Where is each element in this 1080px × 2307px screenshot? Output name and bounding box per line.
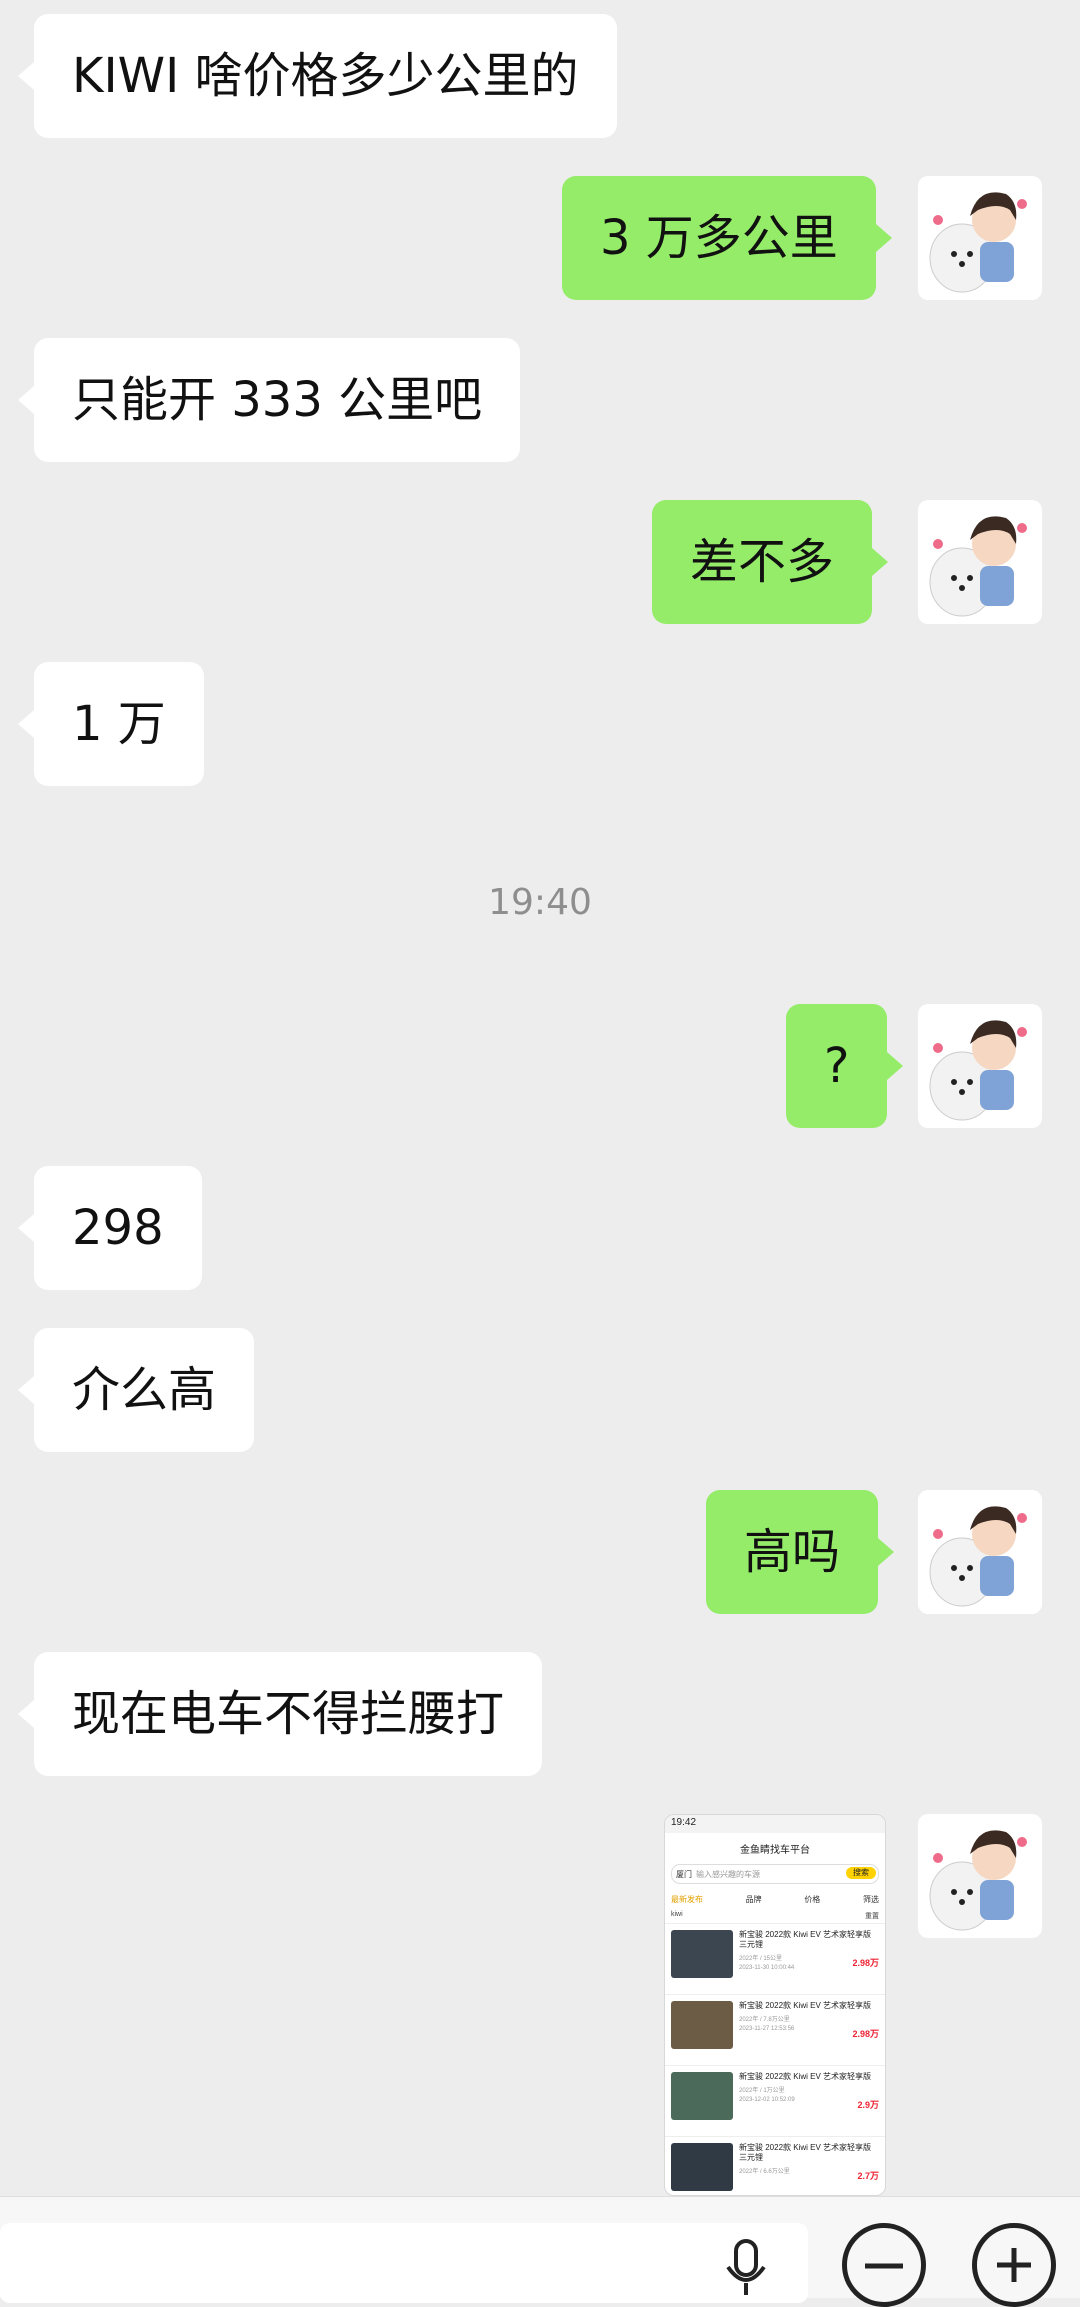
avatar[interactable] <box>918 500 1042 624</box>
message-bubble-sent[interactable]: 差不多 <box>652 500 889 624</box>
message-text: 1 万 <box>72 696 166 752</box>
message-input-bar <box>0 2196 1080 2307</box>
avatar[interactable] <box>918 1814 1042 1938</box>
preview-listing: 新宝骏 2022款 Kiwi EV 艺术家轻享版 2022年 / 7.8万公里 … <box>665 1994 885 2065</box>
preview-status-bar: 19:42 <box>665 1815 885 1833</box>
avatar[interactable] <box>918 1490 1042 1614</box>
chat-timestamp: 19:40 <box>488 882 592 923</box>
message-bubble-sent[interactable]: 高吗 <box>706 1490 895 1614</box>
preview-filters: 最新发布 品牌 价格 筛选 <box>671 1895 879 1904</box>
message-text: 现在电车不得拦腰打 <box>72 1686 505 1742</box>
user-avatar-icon <box>929 192 1027 293</box>
preview-tag-row: kiwi 重置 <box>671 1911 879 1920</box>
user-avatar-icon <box>929 516 1027 617</box>
avatar[interactable] <box>918 176 1042 300</box>
message-text: 3 万多公里 <box>600 210 838 266</box>
user-avatar-icon <box>929 1020 1027 1121</box>
message-text: 介么高 <box>72 1362 217 1418</box>
message-text: ? <box>824 1038 850 1094</box>
add-button[interactable] <box>972 2223 1056 2307</box>
user-avatar-icon <box>929 1506 1027 1607</box>
message-text: 298 <box>72 1200 164 1256</box>
message-bubble-received[interactable]: 现在电车不得拦腰打 <box>17 1652 543 1776</box>
message-bubble-received[interactable]: 1 万 <box>18 662 204 786</box>
emoji-button[interactable] <box>842 2223 926 2307</box>
avatar[interactable] <box>918 1004 1042 1128</box>
add-icon <box>997 2248 1031 2282</box>
preview-listing: 新宝骏 2022款 Kiwi EV 艺术家轻享版 三元锂 2022年 / 6.6… <box>665 2136 885 2195</box>
preview-search-bar: 厦门 输入感兴趣的车源 搜索 <box>671 1864 879 1884</box>
message-input[interactable] <box>0 2223 808 2303</box>
message-bubble-sent[interactable]: ? <box>786 1004 905 1128</box>
message-text: 差不多 <box>690 534 835 590</box>
message-text: KIWI 啥价格多少公里的 <box>72 48 579 104</box>
user-avatar-icon <box>929 1830 1027 1931</box>
message-bubble-received[interactable]: 298 <box>18 1166 202 1290</box>
message-text: 高吗 <box>744 1524 841 1580</box>
microphone-icon[interactable] <box>724 2237 768 2297</box>
image-message-thumbnail[interactable]: 19:42 金鱼睛找车平台 厦门 输入感兴趣的车源 搜索 最新发布 品牌 价格 … <box>664 1814 886 2196</box>
preview-listing: 新宝骏 2022款 Kiwi EV 艺术家轻享版 三元锂 2022年 / 15公… <box>665 1923 885 1994</box>
message-bubble-sent[interactable]: 3 万多公里 <box>562 176 892 300</box>
message-bubble-received[interactable]: KIWI 啥价格多少公里的 <box>18 14 617 138</box>
preview-listing: 新宝骏 2022款 Kiwi EV 艺术家轻享版 2022年 / 1万公里 20… <box>665 2065 885 2136</box>
message-bubble-received[interactable]: 只能开 333 公里吧 <box>17 338 521 462</box>
emoji-icon <box>865 2263 903 2269</box>
preview-app-title: 金鱼睛找车平台 <box>740 1845 810 1856</box>
message-bubble-received[interactable]: 介么高 <box>17 1328 255 1452</box>
message-text: 只能开 333 公里吧 <box>72 372 483 428</box>
